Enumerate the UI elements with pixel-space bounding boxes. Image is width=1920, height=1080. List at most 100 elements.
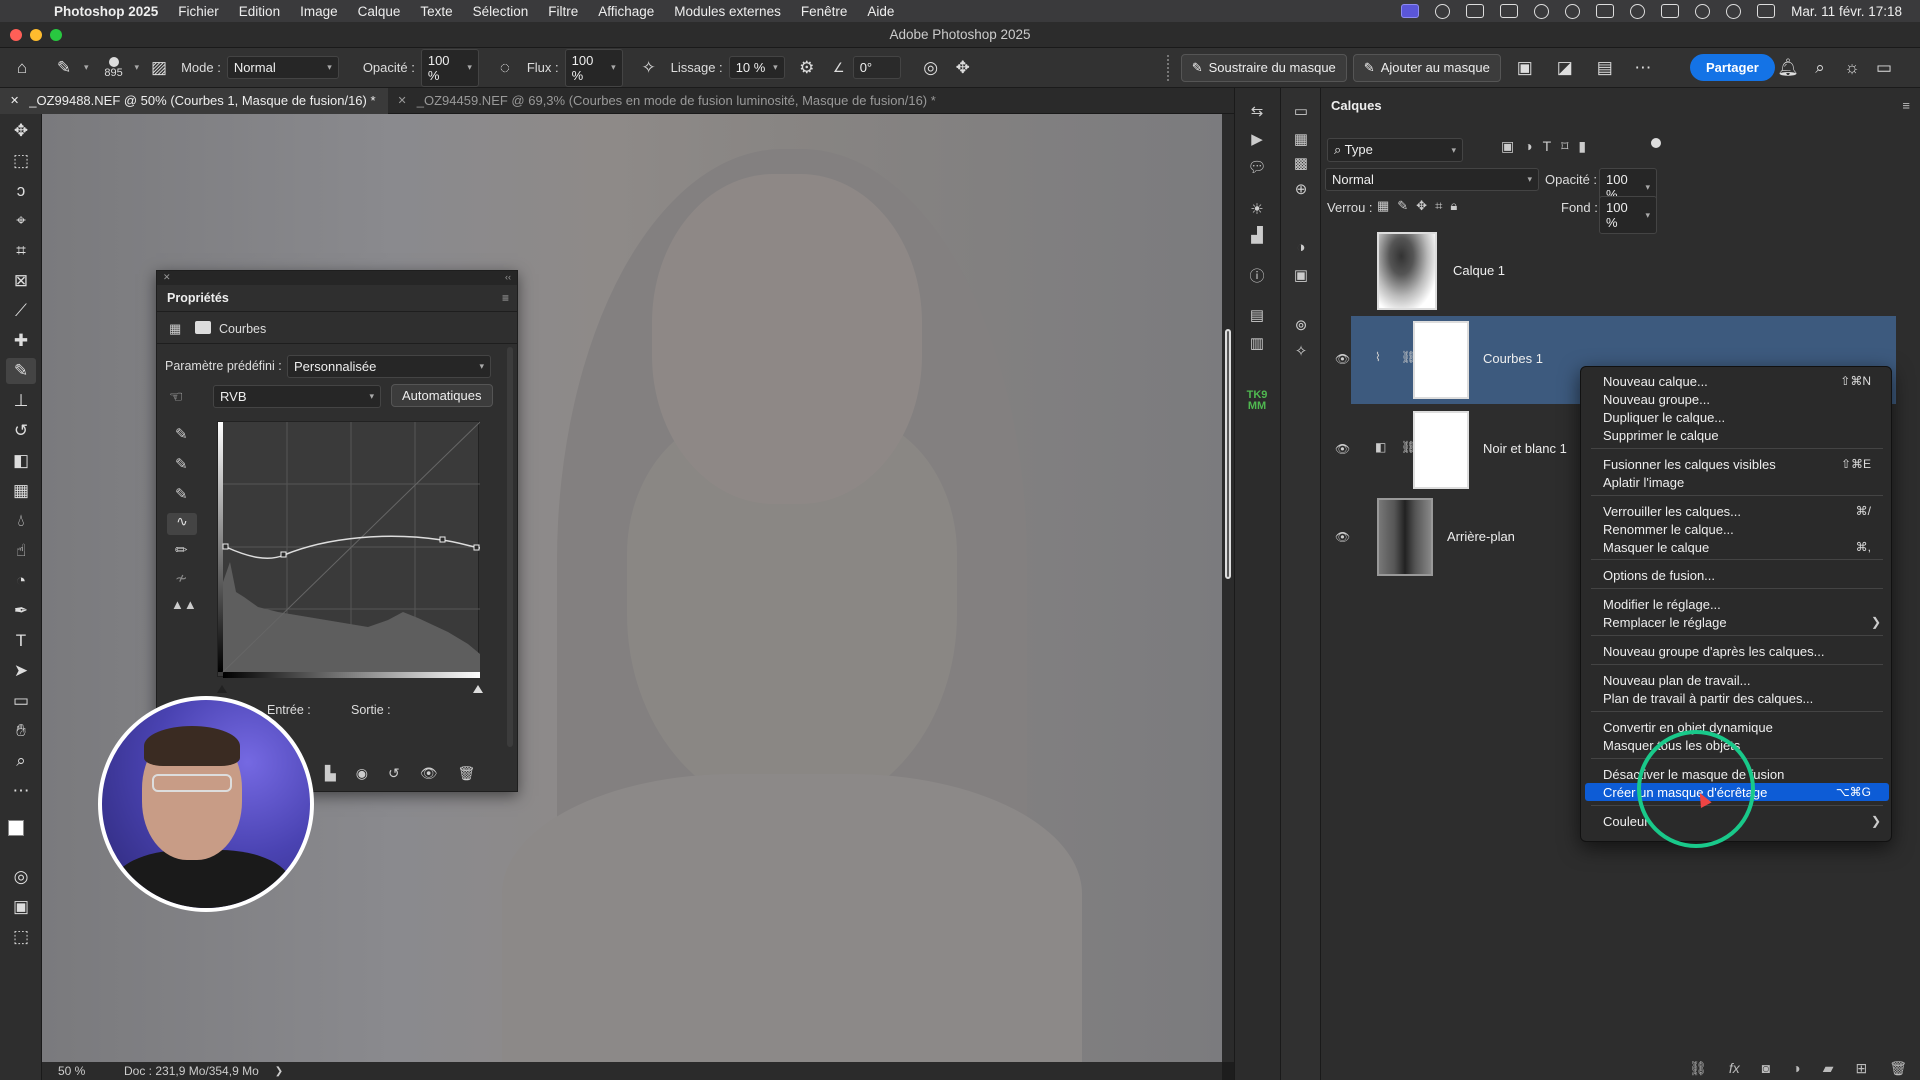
hand-icon[interactable]: ✋︎	[6, 718, 36, 744]
menu-image[interactable]: Image	[300, 4, 338, 19]
menu-item-group-from-layers[interactable]: Nouveau groupe d'après les calques...	[1585, 642, 1889, 660]
angle-field[interactable]: 0°	[852, 56, 901, 79]
battery-icon[interactable]	[1661, 4, 1680, 18]
curve-point[interactable]	[439, 536, 446, 543]
blend-mode-select[interactable]: Normal ▾	[1325, 168, 1539, 191]
menu-app-name[interactable]: Photoshop 2025	[54, 4, 158, 19]
brush-icon[interactable]: ✎	[6, 358, 36, 384]
smudge-icon[interactable]: ☝︎	[6, 538, 36, 564]
menu-item-duplicate-layer[interactable]: Dupliquer le calque...	[1585, 408, 1889, 426]
brush-preset-icon[interactable]: ✎	[50, 54, 78, 82]
reset-icon[interactable]: ↺	[388, 765, 400, 782]
curve-point[interactable]	[222, 543, 229, 550]
cc-plugin-icon[interactable]: ⬚	[6, 924, 36, 950]
menu-fichier[interactable]: Fichier	[178, 4, 219, 19]
menu-filtre[interactable]: Filtre	[548, 4, 578, 19]
airbrush-icon[interactable]: ✧	[635, 54, 663, 82]
curve-point-tool-icon[interactable]: ∿	[167, 513, 197, 535]
add-mask-icon[interactable]: ◙	[1762, 1060, 1770, 1076]
search-icon[interactable]: ⌕	[1806, 54, 1834, 82]
lasso-icon[interactable]: ↄ	[6, 178, 36, 204]
more-options-icon[interactable]: ⋯	[1629, 54, 1657, 82]
screen-record-icon[interactable]	[1401, 4, 1420, 18]
brush-size-caret-icon[interactable]: ▾	[135, 62, 140, 73]
menu-item-artboard-from-layers[interactable]: Plan de travail à partir des calques...	[1585, 689, 1889, 707]
menu-item-replace-adjustment[interactable]: Remplacer le réglage ❯	[1585, 613, 1889, 631]
layer-filter-select[interactable]: ⌕ Type ▾	[1327, 138, 1463, 162]
move-icon[interactable]: ✥	[6, 118, 36, 144]
curve-point[interactable]	[473, 544, 480, 551]
wifi-icon[interactable]	[1695, 3, 1711, 19]
menu-item-blending-options[interactable]: Options de fusion...	[1585, 566, 1889, 584]
pen-icon[interactable]: ✒	[6, 598, 36, 624]
panel-header[interactable]: ✕ ‹‹	[157, 271, 517, 285]
preset-select[interactable]: Personnalisée ▾	[287, 355, 491, 378]
quick-mask-icon[interactable]: ◎	[6, 864, 36, 890]
properties-scrollbar[interactable]	[507, 347, 513, 747]
layer-mask-thumbnail[interactable]	[1413, 411, 1469, 489]
scroll-thumb[interactable]	[1225, 329, 1231, 579]
object-select-icon[interactable]: ⌖	[6, 208, 36, 234]
on-image-adjust-icon[interactable]: ☜	[169, 387, 183, 407]
panel-menu-icon[interactable]: ≡	[502, 291, 509, 305]
gradient-icon[interactable]: ▦	[6, 478, 36, 504]
brush-size-picker[interactable]: 895	[99, 56, 129, 79]
screen-mode-icon[interactable]: ▣	[6, 894, 36, 920]
history-icon[interactable]: ⇆	[1245, 100, 1269, 122]
foreground-color-swatch[interactable]	[8, 820, 24, 836]
eye-icon[interactable]: 👁︎	[1335, 442, 1350, 456]
view-previous-icon[interactable]: ◉	[356, 765, 368, 782]
menu-aide[interactable]: Aide	[867, 4, 894, 19]
libraries-icon[interactable]: ⊕	[1289, 178, 1313, 200]
menubar-clock[interactable]: Mar. 11 févr. 17:18	[1791, 4, 1902, 19]
history-brush-icon[interactable]: ↺	[6, 418, 36, 444]
brush-settings-icon[interactable]: ▨	[145, 54, 173, 82]
eraser-icon[interactable]: ◧	[6, 448, 36, 474]
styles-icon[interactable]: ▣	[1289, 264, 1313, 286]
info-icon[interactable]: ⓘ	[1245, 264, 1269, 286]
zoom-window-icon[interactable]	[50, 29, 62, 41]
subtract-mask-button[interactable]: ✎ Soustraire du masque	[1180, 53, 1347, 82]
panel-menu-icon[interactable]: ≡	[1902, 98, 1910, 113]
layers-panel-title[interactable]: Calques	[1331, 98, 1382, 113]
trash-icon[interactable]: 🗑︎	[458, 765, 476, 782]
control-center-icon[interactable]	[1757, 4, 1776, 18]
black-slider-icon[interactable]	[217, 685, 227, 693]
eyedropper-icon[interactable]: ⟋	[6, 298, 36, 324]
menu-item-lock-layers[interactable]: Verrouiller les calques... ⌘/	[1585, 502, 1889, 520]
type-icon[interactable]: T	[6, 628, 36, 654]
channels-icon[interactable]: ⊚	[1289, 314, 1313, 336]
auto-button[interactable]: Automatiques	[391, 384, 493, 407]
gear-icon[interactable]: ⚙	[793, 54, 821, 82]
time-machine-icon[interactable]	[1630, 3, 1646, 19]
menu-item-new-group[interactable]: Nouveau groupe...	[1585, 390, 1889, 408]
layer-filter-icons[interactable]: ▣◑T⌑▮	[1501, 138, 1596, 155]
patterns-icon[interactable]: ▩	[1289, 152, 1313, 174]
fx-icon[interactable]: fx	[1729, 1060, 1740, 1076]
mode-select[interactable]: Normal ▾	[226, 56, 339, 79]
cursor-app-icon[interactable]	[1435, 3, 1451, 19]
spotlight-icon[interactable]	[1726, 3, 1742, 19]
dodge-icon[interactable]: ◔	[6, 568, 36, 594]
bell-icon[interactable]: 🔔︎	[1774, 54, 1802, 82]
menu-item-rename-layer[interactable]: Renommer le calque...	[1585, 520, 1889, 538]
opacity-field[interactable]: 100 % ▾	[420, 48, 479, 87]
doc-tab-2[interactable]: ✕ _OZ94459.NEF @ 69,3% (Courbes en mode …	[388, 88, 948, 114]
close-tab-icon[interactable]: ✕	[398, 94, 407, 107]
notes-icon[interactable]: ▤	[1245, 304, 1269, 326]
menu-edition[interactable]: Edition	[239, 4, 280, 19]
pencil-icon[interactable]: ✏	[175, 541, 188, 559]
healing-icon[interactable]: ✚	[6, 328, 36, 354]
camera-icon[interactable]	[1466, 4, 1485, 18]
document-icon[interactable]: ▥	[1245, 332, 1269, 354]
tk-plugin-icon[interactable]: TK9 MM	[1243, 390, 1271, 412]
menu-item-edit-adjustment[interactable]: Modifier le réglage...	[1585, 595, 1889, 613]
light-icon[interactable]: ☼	[1838, 54, 1866, 82]
menu-affichage[interactable]: Affichage	[598, 4, 654, 19]
layer-mask-thumbnail[interactable]	[1413, 321, 1469, 399]
brush-preset-caret-icon[interactable]: ▾	[84, 62, 89, 73]
menu-texte[interactable]: Texte	[420, 4, 452, 19]
white-point-eyedropper-icon[interactable]: ✎	[175, 485, 188, 503]
share-button[interactable]: Partager	[1690, 54, 1775, 81]
folder-icon[interactable]: ▰	[1823, 1060, 1834, 1077]
